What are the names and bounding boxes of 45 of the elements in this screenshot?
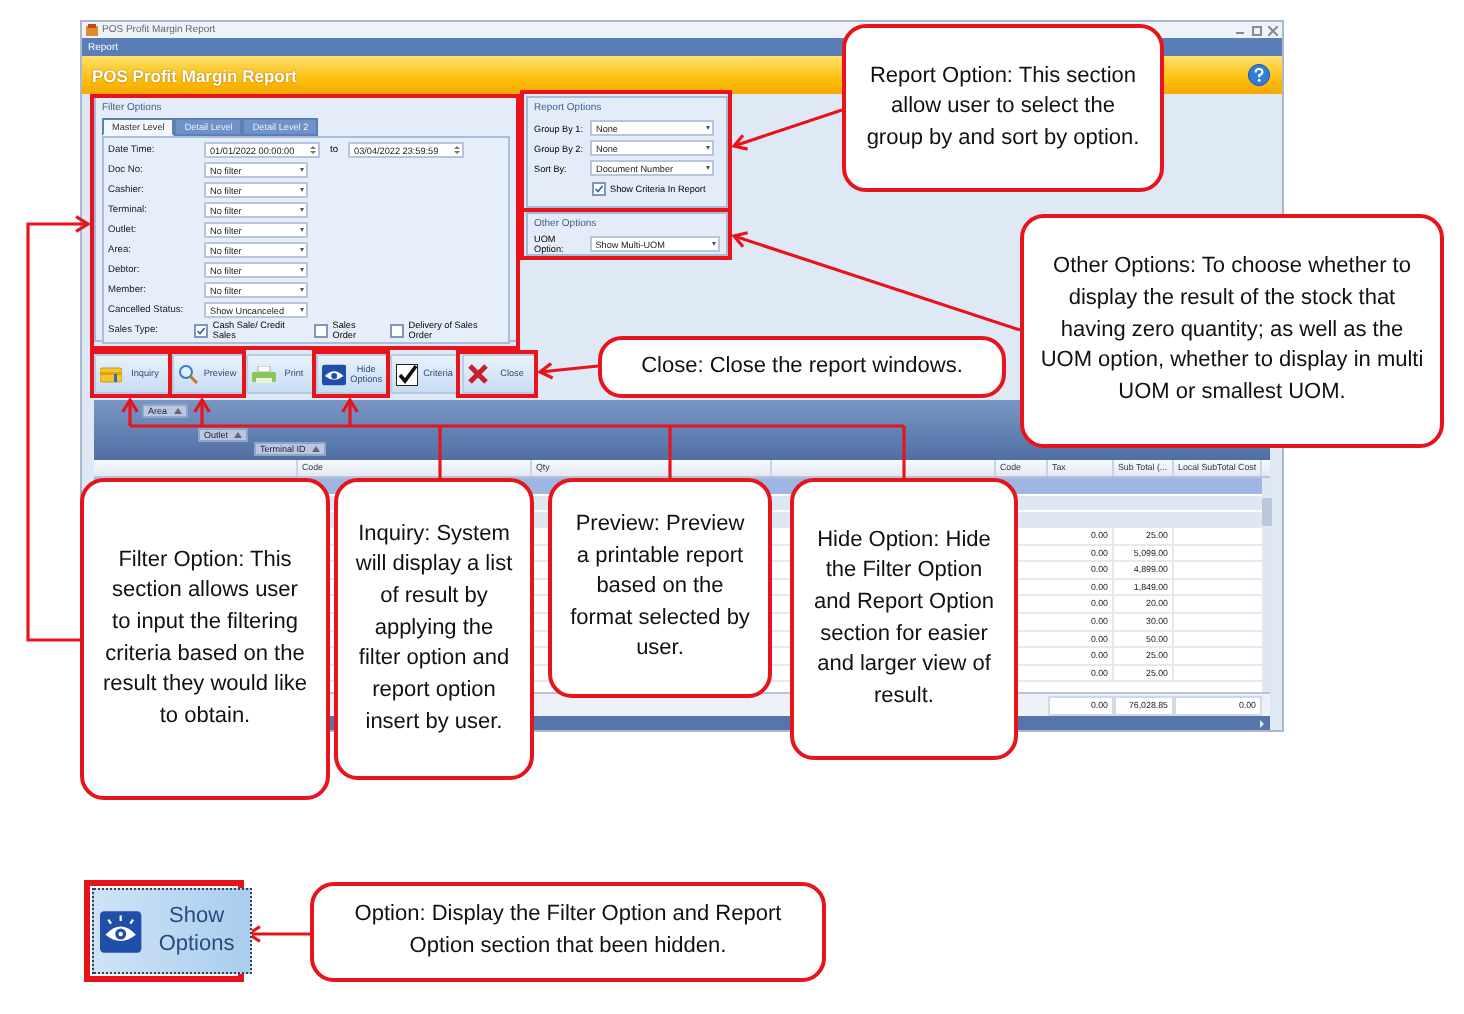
caret-icon <box>300 228 304 232</box>
callout: Option: Display the Filter Option and Report Option section that been hidden. <box>310 882 826 982</box>
caret-icon <box>300 208 304 212</box>
spinner-icon[interactable] <box>310 144 316 156</box>
checkbox[interactable] <box>314 323 329 337</box>
caret-icon <box>300 288 304 292</box>
caret-icon <box>300 308 304 312</box>
sort-arrow-icon <box>173 408 182 414</box>
caret-icon <box>300 248 304 252</box>
close-icon <box>468 364 488 384</box>
leader-arrow <box>731 108 843 151</box>
printer-icon <box>252 365 276 383</box>
callout: Filter Option: This section allows user to input the filtering criteria based on the result they would like to obtain. <box>80 478 330 800</box>
checkbox[interactable] <box>390 323 405 337</box>
magnifier-icon <box>178 364 198 384</box>
checkmark-icon <box>396 363 418 385</box>
checkbox[interactable] <box>592 181 606 195</box>
caret-icon <box>706 126 710 130</box>
callout: Other Options: To choose whether to display the result of the stock that having zero quantity; as well as the UOM option, whether to display in multi UOM or smallest UOM. <box>1020 214 1444 448</box>
checkbox[interactable] <box>194 323 209 337</box>
show-options-button[interactable]: Show Options <box>92 888 252 974</box>
caret-icon <box>300 188 304 192</box>
report-title: POS Profit Margin Report <box>92 65 297 85</box>
close-icon[interactable] <box>1268 25 1278 35</box>
callout: Inquiry: System will display a list of result by applying the filter option and report option insert by user. <box>334 478 534 780</box>
callout: Close: Close the report windows. <box>598 336 1006 398</box>
card-icon <box>100 365 122 383</box>
callout: Preview: Preview a printable report based on the format selected by user. <box>548 478 772 698</box>
maximize-icon[interactable] <box>1252 25 1262 35</box>
callout: Report Option: This section allow user to select the group by and sort by option. <box>842 24 1164 192</box>
app-icon <box>86 24 98 36</box>
leader-arrow <box>536 362 599 380</box>
spinner-icon[interactable] <box>454 144 461 156</box>
caret-icon <box>706 146 710 150</box>
sort-arrow-icon <box>234 432 243 438</box>
caret-icon <box>300 268 304 272</box>
scrollbar[interactable] <box>1262 478 1272 692</box>
sort-arrow-icon <box>311 446 320 452</box>
caret-icon <box>706 166 710 170</box>
caret-icon <box>712 242 716 246</box>
help-icon[interactable] <box>1248 64 1270 86</box>
callout: Hide Option: Hide the Filter Option and Report Option section for easier and larger view of result. <box>790 478 1018 760</box>
caret-icon <box>300 168 304 172</box>
eye-icon <box>322 363 347 385</box>
scroll-arrow-icon[interactable] <box>1258 719 1266 727</box>
